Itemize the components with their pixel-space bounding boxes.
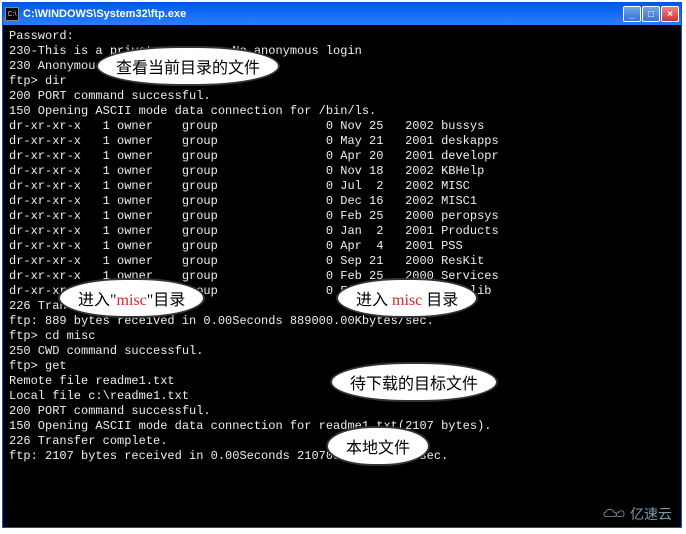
- callout-text: 本地文件: [346, 440, 410, 457]
- callout-red-text: misc: [392, 292, 422, 309]
- terminal-line: dr-xr-xr-x 1 owner group 0 Dec 16 2002 M…: [9, 194, 675, 209]
- watermark-text: 亿速云: [630, 504, 672, 524]
- app-icon-glyph: C:\: [8, 11, 17, 18]
- close-button[interactable]: ×: [661, 6, 679, 22]
- terminal-line: dr-xr-xr-x 1 owner group 0 May 21 2001 d…: [9, 134, 675, 149]
- terminal-line: Password:: [9, 29, 675, 44]
- terminal-line: dr-xr-xr-x 1 owner group 0 Jan 2 2001 Pr…: [9, 224, 675, 239]
- callout-red-text: misc: [117, 292, 147, 309]
- title-bar: C:\ C:\WINDOWS\System32\ftp.exe _ □ ×: [3, 3, 681, 25]
- callout-text: 进入": [78, 292, 117, 309]
- callout-text: 进入: [356, 292, 388, 309]
- callout-text: 查看当前目录的文件: [116, 60, 260, 77]
- terminal-line: dr-xr-xr-x 1 owner group 0 Apr 20 2001 d…: [9, 149, 675, 164]
- callout-dir-listing: 查看当前目录的文件: [96, 46, 280, 86]
- watermark: 亿速云: [600, 504, 672, 524]
- terminal-line: dr-xr-xr-x 1 owner group 0 Jul 2 2002 MI…: [9, 179, 675, 194]
- terminal-line: dr-xr-xr-x 1 owner group 0 Nov 18 2002 K…: [9, 164, 675, 179]
- callout-text: 待下载的目标文件: [350, 376, 478, 393]
- terminal-line: dr-xr-xr-x 1 owner group 0 Feb 25 2000 p…: [9, 209, 675, 224]
- terminal-line: dr-xr-xr-x 1 owner group 0 Apr 4 2001 PS…: [9, 239, 675, 254]
- terminal-line: 250 CWD command successful.: [9, 344, 675, 359]
- callout-text: "目录: [147, 292, 186, 309]
- terminal-line: ftp> cd misc: [9, 329, 675, 344]
- app-icon: C:\: [5, 7, 19, 21]
- callout-local-file: 本地文件: [326, 426, 430, 466]
- window-controls: _ □ ×: [623, 6, 679, 22]
- terminal-line: dr-xr-xr-x 1 owner group 0 Nov 25 2002 b…: [9, 119, 675, 134]
- callout-target-file: 待下载的目标文件: [330, 362, 498, 402]
- cloud-icon: [600, 507, 626, 521]
- terminal-line: dr-xr-xr-x 1 owner group 0 Sep 21 2000 R…: [9, 254, 675, 269]
- callout-text: 目录: [426, 292, 458, 309]
- callout-enter-misc-right: 进入 misc 目录: [336, 278, 478, 318]
- window-title: C:\WINDOWS\System32\ftp.exe: [23, 8, 623, 20]
- terminal-line: 150 Opening ASCII mode data connection f…: [9, 104, 675, 119]
- maximize-button[interactable]: □: [642, 6, 660, 22]
- minimize-button[interactable]: _: [623, 6, 641, 22]
- callout-enter-misc-left: 进入"misc"目录: [58, 278, 205, 318]
- terminal-line: 200 PORT command successful.: [9, 404, 675, 419]
- terminal-line: 200 PORT command successful.: [9, 89, 675, 104]
